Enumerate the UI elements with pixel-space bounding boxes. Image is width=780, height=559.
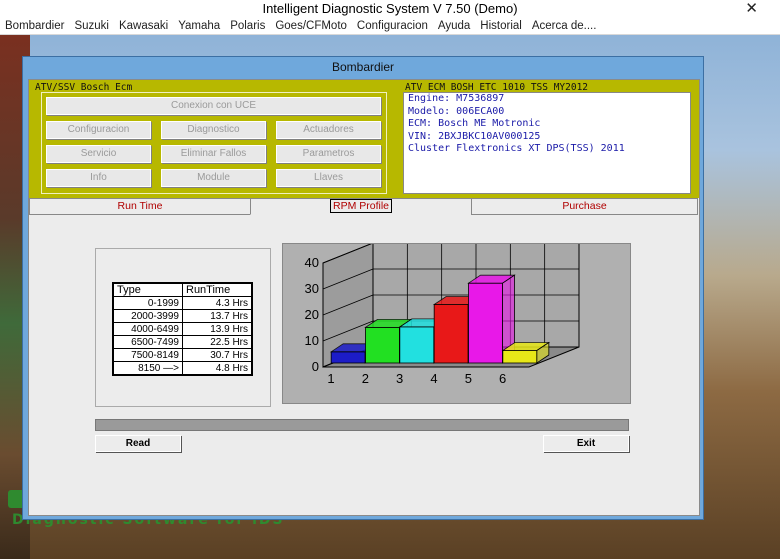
hours-cell: 4.3 Hrs xyxy=(182,296,253,310)
runtime-table: Type RunTime 0-1999 4.3 Hrs 2000-3999 13.7… xyxy=(112,282,253,376)
progress-bar xyxy=(95,419,629,431)
table-row: 8150 —> 4.8 Hrs xyxy=(112,361,253,376)
tab-purchase[interactable]: Purchase xyxy=(471,198,698,215)
menu-bombardier[interactable]: Bombardier xyxy=(0,18,69,34)
bombardier-dialog: Bombardier ATV/SSV Bosch Ecm ATV ECM BOS… xyxy=(22,56,704,520)
connect-ecu-button[interactable]: Conexion con UCE xyxy=(46,97,381,115)
range-cell: 0-1999 xyxy=(112,296,183,310)
x-tick-label: 1 xyxy=(327,371,334,386)
table-row: 6500-7499 22.5 Hrs xyxy=(112,335,253,349)
menu-historial[interactable]: Historial xyxy=(475,18,527,34)
ecu-info-box: Engine: M7536897 Modelo: 006ECA00 ECM: B… xyxy=(403,92,691,194)
x-tick-label: 6 xyxy=(499,371,506,386)
hours-cell: 13.7 Hrs xyxy=(182,309,253,323)
table-row: 7500-8149 30.7 Hrs xyxy=(112,348,253,362)
hours-cell: 22.5 Hrs xyxy=(182,335,253,349)
diagnostico-button[interactable]: Diagnostico xyxy=(161,121,266,139)
table-row: 0-1999 4.3 Hrs xyxy=(112,296,253,310)
tab-run-time-label: Run Time xyxy=(117,200,163,212)
parametros-button[interactable]: Parametros xyxy=(276,145,381,163)
header-runtime: RunTime xyxy=(182,282,253,297)
menu-acerca-de[interactable]: Acerca de.... xyxy=(527,18,602,34)
bar xyxy=(330,351,366,364)
menu-bar: Bombardier Suzuki Kawasaki Yamaha Polaris Goe… xyxy=(0,18,780,35)
menu-kawasaki[interactable]: Kawasaki xyxy=(114,18,173,34)
hours-cell: 30.7 Hrs xyxy=(182,348,253,362)
info-ecm: ECM: Bosch ME Motronic xyxy=(408,118,541,129)
menu-yamaha[interactable]: Yamaha xyxy=(173,18,225,34)
info-model: Modelo: 006ECA00 xyxy=(408,105,505,117)
x-tick-label: 3 xyxy=(396,371,403,386)
rpm-bar-chart: 0 10 20 30 40 1 2 3 4 5 6 xyxy=(305,242,580,386)
y-tick-label: 40 xyxy=(305,255,319,270)
bar xyxy=(365,326,400,364)
bar xyxy=(468,282,503,364)
x-tick-label: 5 xyxy=(465,371,472,386)
runtime-table-panel: Type RunTime 0-1999 4.3 Hrs 2000-3999 13.7… xyxy=(95,248,271,407)
window-title-bar: Intelligent Diagnostic System V 7.50 (De… xyxy=(0,0,780,18)
range-cell: 7500-8149 xyxy=(112,348,183,362)
table-row: 4000-6499 13.9 Hrs xyxy=(112,322,253,336)
bar xyxy=(399,326,435,364)
menu-ayuda[interactable]: Ayuda xyxy=(433,18,475,34)
close-icon[interactable]: ✕ xyxy=(745,0,758,18)
y-tick-label: 10 xyxy=(305,333,319,348)
hours-cell: 13.9 Hrs xyxy=(182,322,253,336)
range-cell: 2000-3999 xyxy=(112,309,183,323)
y-tick-label: 0 xyxy=(312,359,319,374)
hours-cell: 4.8 Hrs xyxy=(182,361,253,376)
dialog-title: Bombardier xyxy=(331,60,395,74)
menu-configuracion[interactable]: Configuracion xyxy=(352,18,433,34)
tab-rpm-profile-label: RPM Profile xyxy=(329,199,392,213)
menu-goes-cfmoto[interactable]: Goes/CFMoto xyxy=(270,18,352,34)
control-header: ATV/SSV Bosch Ecm ATV ECM BOSH ETC 1010 … xyxy=(29,80,699,198)
configuracion-button[interactable]: Configuracion xyxy=(46,121,151,139)
range-cell: 8150 —> xyxy=(112,361,183,376)
dialog-content: ATV/SSV Bosch Ecm ATV ECM BOSH ETC 1010 … xyxy=(28,79,700,516)
servicio-button[interactable]: Servicio xyxy=(46,145,151,163)
tab-run-time[interactable]: Run Time xyxy=(29,198,251,215)
rpm-chart-panel: 0 10 20 30 40 1 2 3 4 5 6 xyxy=(282,242,631,404)
x-tick-label: 4 xyxy=(430,371,437,386)
info-vin: VIN: 2BXJBKC10AV000125 xyxy=(408,130,541,142)
llaves-button[interactable]: Llaves xyxy=(276,169,381,187)
table-row: 2000-3999 13.7 Hrs xyxy=(112,309,253,323)
exit-button[interactable]: Exit xyxy=(543,435,629,452)
read-button[interactable]: Read xyxy=(95,435,181,452)
tab-purchase-label: Purchase xyxy=(562,200,607,212)
info-cluster: Cluster Flextronics XT DPS(TSS) 2011 xyxy=(408,143,625,154)
range-cell: 6500-7499 xyxy=(112,335,183,349)
tab-rpm-profile[interactable]: RPM Profile xyxy=(250,198,472,215)
bar xyxy=(502,350,538,364)
header-type: Type xyxy=(112,282,183,297)
window-title: Intelligent Diagnostic System V 7.50 (De… xyxy=(262,1,518,16)
bar xyxy=(433,304,469,364)
range-cell: 4000-6499 xyxy=(112,322,183,336)
info-button[interactable]: Info xyxy=(46,169,151,187)
menu-suzuki[interactable]: Suzuki xyxy=(69,18,114,34)
y-tick-label: 30 xyxy=(305,281,319,296)
x-tick-label: 2 xyxy=(362,371,369,386)
info-engine: Engine: M7536897 xyxy=(408,93,505,104)
menu-polaris[interactable]: Polaris xyxy=(225,18,270,34)
y-tick-label: 20 xyxy=(305,307,319,322)
eliminar-fallos-button[interactable]: Eliminar Fallos xyxy=(161,145,266,163)
actuadores-button[interactable]: Actuadores xyxy=(276,121,381,139)
module-button[interactable]: Module xyxy=(161,169,266,187)
